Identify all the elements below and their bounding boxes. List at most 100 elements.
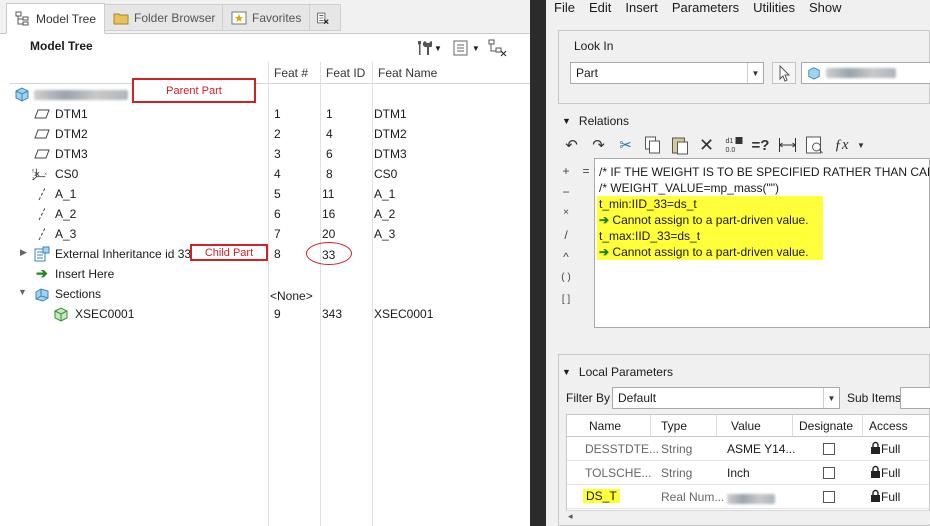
svg-text:y: y <box>32 167 35 172</box>
designate-checkbox[interactable] <box>823 467 835 479</box>
menu-show[interactable]: Show <box>809 0 842 18</box>
param-value[interactable]: Inch <box>727 466 750 480</box>
tree-row[interactable]: DTM2 2 4 DTM2 <box>0 124 530 144</box>
operator-multiply[interactable]: × <box>558 207 574 218</box>
tree-row-insert-here[interactable]: ➔ Insert Here <box>0 264 530 284</box>
tree-row-label: DTM2 <box>55 127 88 141</box>
copy-icon[interactable] <box>639 134 666 156</box>
tab-favorites[interactable]: Favorites <box>222 4 311 31</box>
relations-editor[interactable]: /* IF THE WEIGHT IS TO BE SPECIFIED RATH… <box>594 158 930 328</box>
menu-edit[interactable]: Edit <box>589 0 611 18</box>
column-name[interactable]: Name <box>567 415 651 437</box>
scroll-left-icon[interactable]: ◂ <box>568 511 573 522</box>
parameter-row[interactable]: DS_T Real Num... Full <box>567 485 929 509</box>
tree-row[interactable]: A_2 6 16 A_2 <box>0 204 530 224</box>
look-in-select[interactable]: Part ▼ <box>570 62 764 84</box>
error-arrow-icon: ➔ <box>599 245 610 259</box>
paste-icon[interactable] <box>666 134 693 156</box>
menu-utilities[interactable]: Utilities <box>753 0 795 18</box>
parameter-row[interactable]: TOLSCHE... String Inch Full <box>567 461 929 485</box>
column-feat-id[interactable]: Feat ID <box>326 66 365 80</box>
delete-icon[interactable]: ✕ <box>693 134 720 156</box>
tab-model-tree[interactable]: Model Tree <box>6 3 106 34</box>
tree-row-sections[interactable]: ▼ Sections <None> <box>0 284 530 304</box>
designate-checkbox[interactable] <box>823 491 835 503</box>
tree-row[interactable]: DTM1 1 1 DTM1 <box>0 104 530 124</box>
column-value[interactable]: Value <box>717 415 793 437</box>
dimension-icon[interactable] <box>774 134 801 156</box>
cut-icon[interactable]: ✂ <box>612 134 639 156</box>
select-pointer-icon[interactable] <box>772 62 796 84</box>
operator-power[interactable]: ^ <box>558 250 574 264</box>
relations-toolbar: ↶ ↷ ✂ ✕ d1 0.0 =? ƒx ▼ <box>558 133 867 157</box>
verify-icon[interactable]: =? <box>747 134 774 156</box>
param-value[interactable]: ASME Y14... <box>727 442 795 456</box>
tree-row[interactable]: DTM3 3 6 DTM3 <box>0 144 530 164</box>
coordinate-system-icon: y x z <box>32 167 47 181</box>
column-designate[interactable]: Designate <box>793 415 863 437</box>
tools-icon[interactable] <box>414 39 432 57</box>
datum-plane-icon <box>34 129 50 139</box>
operator-plus[interactable]: + <box>558 164 574 178</box>
filter-by-select[interactable]: Default ▼ <box>612 387 840 409</box>
local-parameters-header[interactable]: ▼ Local Parameters <box>562 365 673 379</box>
look-in-value: Part <box>576 66 599 80</box>
tab-folder-browser[interactable]: Folder Browser <box>104 4 225 31</box>
folder-icon <box>113 13 129 24</box>
menu-parameters[interactable]: Parameters <box>672 0 739 18</box>
evaluate-icon[interactable]: d10.0 <box>720 134 747 156</box>
tree-row-label: DTM3 <box>55 147 88 161</box>
annotation-parent-part: Parent Part <box>132 78 256 103</box>
model-tree-icon <box>15 11 29 25</box>
tree-row[interactable]: A_1 5 11 A_1 <box>0 184 530 204</box>
filter-by-label: Filter By <box>566 391 611 405</box>
undo-icon[interactable]: ↶ <box>558 134 585 156</box>
tree-row-xsec[interactable]: XSEC0001 9 343 XSEC0001 <box>0 304 530 324</box>
tab-layers[interactable] <box>309 4 341 31</box>
unit-sensitive-icon[interactable] <box>801 134 828 156</box>
column-feat-name[interactable]: Feat Name <box>378 66 437 80</box>
column-type[interactable]: Type <box>651 415 717 437</box>
menu-insert[interactable]: Insert <box>625 0 658 18</box>
feat-id: 1 <box>326 107 333 121</box>
filter-by-value: Default <box>618 391 657 405</box>
table-horizontal-scrollbar[interactable]: ◂ <box>566 510 930 524</box>
operator-brackets[interactable]: [ ] <box>558 294 574 305</box>
column-feat-num[interactable]: Feat # <box>274 66 308 80</box>
feat-id: 8 <box>326 167 333 181</box>
look-in-model-field[interactable] <box>801 62 930 84</box>
collapse-arrow-icon[interactable]: ▼ <box>18 287 27 297</box>
expand-arrow-icon[interactable]: ▶ <box>20 247 27 258</box>
redo-icon[interactable]: ↷ <box>585 134 612 156</box>
relation-line: /* IF THE WEIGHT IS TO BE SPECIFIED RATH… <box>599 165 929 179</box>
chevron-down-icon[interactable]: ▼ <box>855 134 867 156</box>
menu-file[interactable]: File <box>554 0 575 18</box>
feat-name: XSEC0001 <box>374 307 434 321</box>
chevron-down-icon[interactable]: ▼ <box>472 44 480 53</box>
param-value-redacted[interactable] <box>727 493 775 507</box>
param-access: Full <box>881 490 901 504</box>
parameter-row[interactable]: DESSTDTE... String ASME Y14... Full <box>567 437 929 461</box>
tree-filter-icon[interactable] <box>488 39 508 57</box>
menu-bar: File Edit Insert Parameters Utilities Sh… <box>546 0 930 18</box>
function-icon[interactable]: ƒx <box>828 134 855 156</box>
column-access[interactable]: Access <box>863 415 929 437</box>
relation-error-message: ➔ Cannot assign to a part-driven value. <box>597 244 823 260</box>
cross-section-icon <box>54 307 68 322</box>
sub-items-select[interactable] <box>900 387 930 409</box>
sub-items-label: Sub Items <box>847 391 902 405</box>
show-list-icon[interactable] <box>452 39 470 57</box>
feat-num: 3 <box>274 147 281 161</box>
tree-row[interactable]: A_3 7 20 A_3 <box>0 224 530 244</box>
relations-section-header[interactable]: ▼ Relations <box>562 114 629 128</box>
tree-row-root-part[interactable] <box>0 84 530 104</box>
operator-minus[interactable]: − <box>558 185 574 199</box>
designate-checkbox[interactable] <box>823 443 835 455</box>
chevron-down-icon[interactable]: ▼ <box>434 44 442 53</box>
operator-equals[interactable]: = <box>578 164 594 178</box>
tree-row[interactable]: y x z CS0 4 8 CS0 <box>0 164 530 184</box>
operator-divide[interactable]: / <box>558 228 574 242</box>
feat-name: DTM1 <box>374 107 407 121</box>
operator-parens[interactable]: ( ) <box>558 272 574 283</box>
feat-num: <None> <box>270 289 313 303</box>
